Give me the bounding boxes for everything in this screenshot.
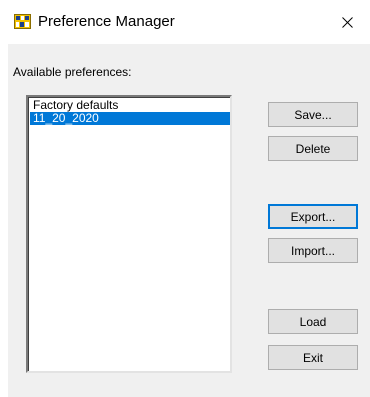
available-preferences-label: Available preferences: <box>13 65 132 79</box>
window-title: Preference Manager <box>38 13 175 30</box>
close-button[interactable] <box>324 0 370 44</box>
import-button[interactable]: Import... <box>268 238 358 263</box>
preference-manager-window: Preference Manager Available preferences… <box>0 0 370 397</box>
exit-button[interactable]: Exit <box>268 345 358 370</box>
preference-manager-icon <box>14 13 31 30</box>
title-bar: Preference Manager <box>0 0 370 44</box>
export-button[interactable]: Export... <box>268 204 358 229</box>
load-button[interactable]: Load <box>268 309 358 334</box>
delete-button[interactable]: Delete <box>268 136 358 161</box>
save-button[interactable]: Save... <box>268 102 358 127</box>
close-icon <box>341 16 353 28</box>
list-item-11-20-2020[interactable]: 11_20_2020 <box>30 112 230 125</box>
preferences-listbox[interactable]: Factory defaults 11_20_2020 <box>26 95 232 373</box>
